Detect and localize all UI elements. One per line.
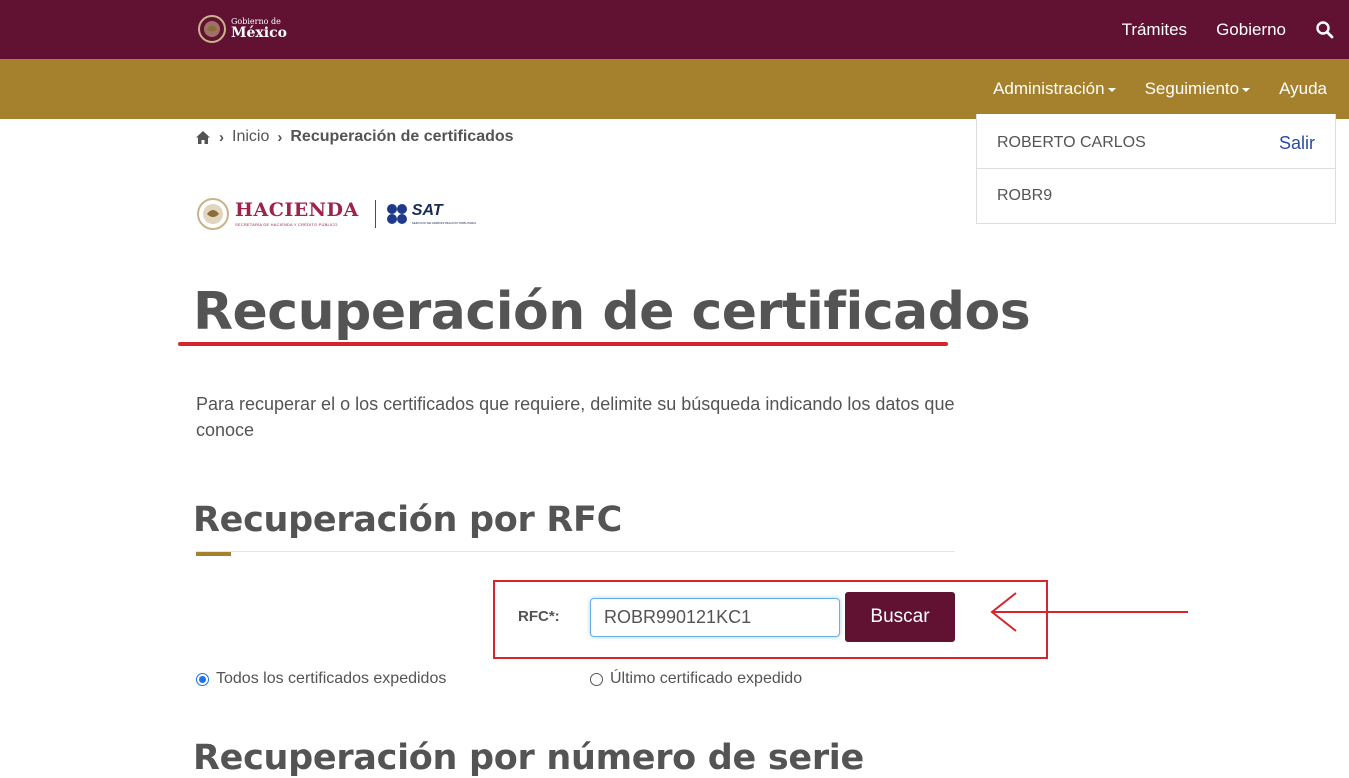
hacienda-logo: HACIENDA SECRETARÍA DE HACIENDA Y CRÉDIT… bbox=[196, 197, 359, 231]
home-icon[interactable] bbox=[195, 130, 211, 145]
menu-seguimiento[interactable]: Seguimiento bbox=[1145, 79, 1251, 99]
radio-all-certificates[interactable]: Todos los certificados expedidos bbox=[196, 670, 446, 688]
rfc-label: RFC*: bbox=[518, 608, 560, 625]
search-button[interactable]: Buscar bbox=[845, 592, 955, 642]
logo-big-text: México bbox=[231, 25, 287, 41]
sat-text: SAT bbox=[411, 202, 443, 219]
hacienda-subtext: SECRETARÍA DE HACIENDA Y CRÉDITO PÚBLICO bbox=[235, 222, 338, 227]
top-header-bar: Gobierno de México Trámites Gobierno bbox=[0, 0, 1349, 59]
page-title: Recuperación de certificados bbox=[193, 282, 1031, 342]
hacienda-seal-icon bbox=[197, 198, 229, 230]
breadcrumb-inicio[interactable]: Inicio bbox=[232, 128, 269, 146]
radio-button-selected[interactable] bbox=[196, 672, 209, 686]
logo-divider bbox=[374, 200, 376, 228]
caret-down-icon bbox=[1242, 88, 1251, 92]
radio-button[interactable] bbox=[590, 672, 603, 686]
gobierno-mexico-logo[interactable]: Gobierno de México bbox=[197, 13, 287, 45]
nav-gobierno[interactable]: Gobierno bbox=[1216, 20, 1286, 40]
rfc-input[interactable] bbox=[590, 598, 840, 637]
chevron-right-icon: › bbox=[219, 128, 224, 146]
hacienda-sat-logos: HACIENDA SECRETARÍA DE HACIENDA Y CRÉDIT… bbox=[196, 196, 476, 232]
intro-text: Para recuperar el o los certificados que… bbox=[196, 394, 955, 440]
caret-down-icon bbox=[1107, 88, 1116, 92]
chevron-right-icon: › bbox=[277, 128, 283, 146]
user-name: ROBERTO CARLOS bbox=[997, 134, 1146, 151]
menu-ayuda[interactable]: Ayuda bbox=[1279, 79, 1327, 99]
top-nav: Trámites Gobierno bbox=[1122, 0, 1335, 59]
section-title-serial: Recuperación por número de serie bbox=[193, 738, 864, 778]
menu-administracion[interactable]: Administración bbox=[993, 79, 1116, 99]
user-rfc: ROBR9 bbox=[997, 187, 1053, 204]
user-panel: ROBERTO CARLOS Salir ROBR9 bbox=[976, 114, 1336, 224]
search-icon[interactable] bbox=[1315, 20, 1335, 40]
section-title-rfc: Recuperación por RFC bbox=[193, 500, 623, 540]
hacienda-text: HACIENDA bbox=[235, 199, 359, 221]
section-accent-bar bbox=[196, 552, 231, 556]
title-red-underline bbox=[178, 342, 948, 346]
menu-administracion-label: Administración bbox=[993, 79, 1105, 98]
radio-all-label: Todos los certificados expedidos bbox=[216, 670, 447, 687]
sat-subtext: SERVICIO DE ADMINISTRACIÓN TRIBUTARIA bbox=[411, 221, 477, 225]
sat-dots-icon bbox=[386, 204, 407, 224]
radio-last-certificate[interactable]: Último certificado expedido bbox=[590, 670, 802, 688]
logout-link[interactable]: Salir bbox=[1279, 133, 1315, 154]
sat-logo: SAT SERVICIO DE ADMINISTRACIÓN TRIBUTARI… bbox=[386, 203, 476, 225]
menu-seguimiento-label: Seguimiento bbox=[1144, 79, 1240, 98]
section-divider bbox=[196, 551, 955, 552]
breadcrumb: › Inicio › Recuperación de certificados bbox=[195, 126, 514, 148]
mexico-seal-icon bbox=[198, 15, 226, 43]
radio-last-label: Último certificado expedido bbox=[610, 670, 803, 687]
nav-tramites[interactable]: Trámites bbox=[1122, 20, 1188, 40]
sub-nav-bar: Administración Seguimiento Ayuda bbox=[0, 59, 1349, 119]
breadcrumb-current: Recuperación de certificados bbox=[290, 128, 514, 145]
sub-nav: Administración Seguimiento Ayuda bbox=[993, 59, 1327, 119]
red-arrow-icon bbox=[990, 592, 1188, 632]
menu-ayuda-label: Ayuda bbox=[1279, 79, 1327, 98]
